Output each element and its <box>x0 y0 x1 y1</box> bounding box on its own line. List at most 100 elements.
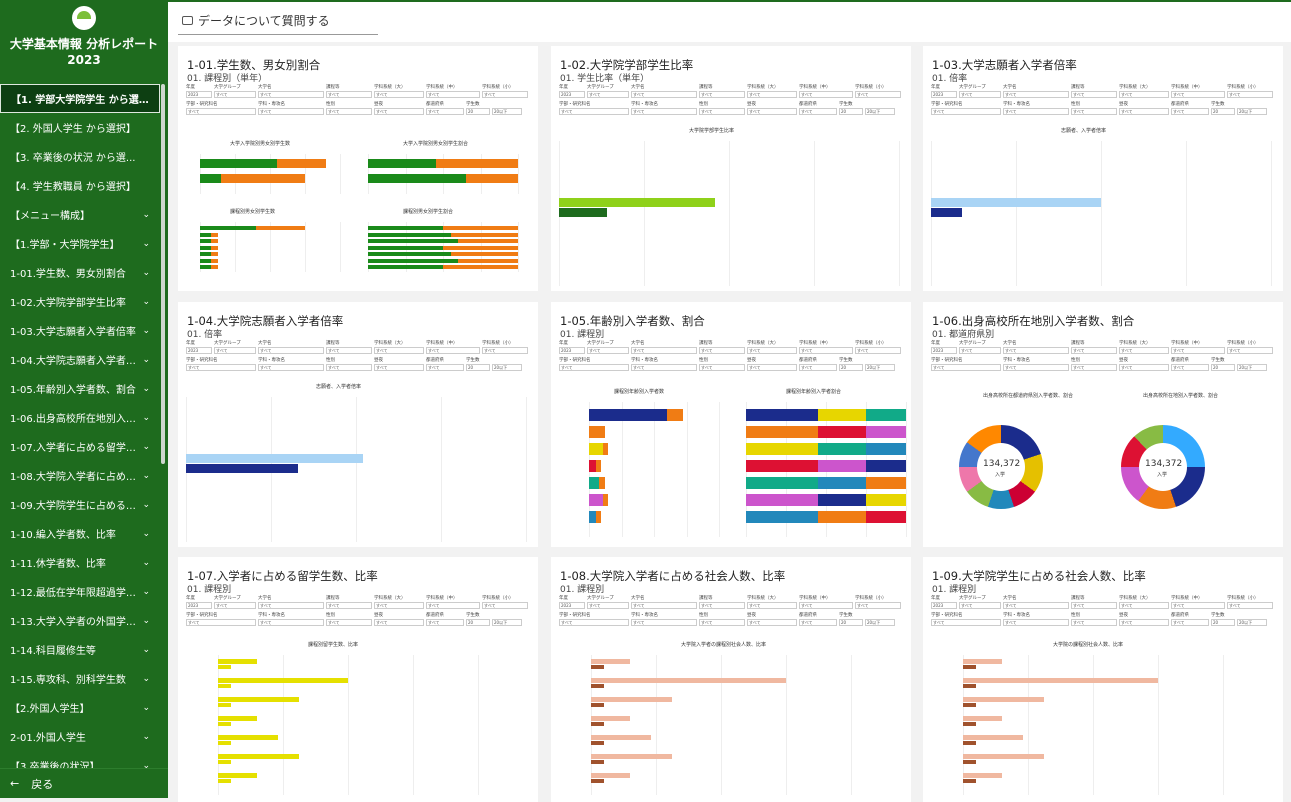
filter-dropdown[interactable]: すべて <box>482 602 528 609</box>
bar-segment[interactable] <box>277 159 326 168</box>
bar-segment[interactable] <box>443 245 518 250</box>
filter-dropdown[interactable]: すべて <box>1119 602 1169 609</box>
bar-segment[interactable] <box>818 443 866 455</box>
filter-dropdown[interactable]: すべて <box>326 347 372 354</box>
sidebar-item[interactable]: 1-11.休学者数、比率 ⌄ <box>0 548 160 577</box>
bar-segment[interactable] <box>443 265 518 269</box>
bar-segment[interactable] <box>746 511 818 523</box>
filter-dropdown[interactable]: すべて <box>186 108 256 115</box>
filter-dropdown[interactable]: 20 <box>839 364 863 371</box>
bar-segment[interactable] <box>595 460 601 472</box>
bar-segment[interactable] <box>931 198 1101 207</box>
filter-dropdown[interactable]: 2023 <box>931 347 957 354</box>
filter-dropdown[interactable]: すべて <box>326 619 372 626</box>
bar-segment[interactable] <box>559 208 607 217</box>
chevron-down-icon[interactable]: ⌄ <box>142 326 150 336</box>
bar-segment[interactable] <box>589 477 600 489</box>
bar-segment[interactable] <box>818 511 866 523</box>
filter-dropdown[interactable]: すべて <box>699 619 745 626</box>
filter-dropdown[interactable]: すべて <box>426 602 480 609</box>
bar-segment[interactable] <box>963 716 1002 721</box>
report-card[interactable]: 1-09.大学院学生に占める社会人数、比率 01. 課程別 年度 2023 大学グループ… <box>923 557 1283 802</box>
bar-segment[interactable] <box>603 443 609 455</box>
filter-dropdown[interactable]: すべて <box>426 619 464 626</box>
filter-dropdown[interactable]: 20以下 <box>1237 108 1267 115</box>
bar-segment[interactable] <box>591 697 672 702</box>
filter-dropdown[interactable]: すべて <box>799 108 837 115</box>
bar-segment[interactable] <box>591 741 604 745</box>
bar-segment[interactable] <box>589 409 667 421</box>
report-card[interactable]: 1-01.学生数、男女別割合 01. 課程別（単年） 年度 2023 大学グループ すべて… <box>178 46 538 291</box>
sidebar-item[interactable]: 【1.学部・大学院学生】 ⌄ <box>0 229 160 258</box>
sidebar-item[interactable]: 1-10.編入学者数、比率 ⌄ <box>0 519 160 548</box>
filter-dropdown[interactable]: すべて <box>699 364 745 371</box>
bar-segment[interactable] <box>599 477 605 489</box>
chevron-down-icon[interactable]: ⌄ <box>142 529 150 539</box>
bar-segment[interactable] <box>186 454 363 463</box>
filter-dropdown[interactable]: すべて <box>214 347 256 354</box>
filter-dropdown[interactable]: すべて <box>258 602 324 609</box>
sidebar-item[interactable]: 【1. 学部大学院学生 から選... <box>0 84 160 113</box>
filter-dropdown[interactable]: すべて <box>1119 364 1169 371</box>
filter-dropdown[interactable]: すべて <box>258 619 324 626</box>
bar-segment[interactable] <box>591 716 630 721</box>
filter-dropdown[interactable]: 20以下 <box>865 364 895 371</box>
filter-dropdown[interactable]: すべて <box>426 364 464 371</box>
filter-dropdown[interactable]: 2023 <box>559 91 585 98</box>
filter-dropdown[interactable]: すべて <box>1071 619 1117 626</box>
filter-dropdown[interactable]: すべて <box>799 602 853 609</box>
sidebar-item[interactable]: 1-08.大学院入学者に占める... ⌄ <box>0 461 160 490</box>
bar-segment[interactable] <box>963 773 1002 778</box>
bar-segment[interactable] <box>200 232 212 237</box>
bar-segment[interactable] <box>218 659 257 664</box>
chevron-down-icon[interactable]: ⌄ <box>142 355 150 365</box>
bar-segment[interactable] <box>591 760 604 764</box>
donut-chart[interactable]: 134,372 入学 <box>959 425 1043 509</box>
filter-dropdown[interactable]: すべて <box>631 91 697 98</box>
filter-dropdown[interactable]: すべて <box>1071 108 1117 115</box>
filter-dropdown[interactable]: 20 <box>1211 364 1235 371</box>
bar-segment[interactable] <box>211 265 219 269</box>
filter-dropdown[interactable]: 2023 <box>186 602 212 609</box>
chevron-down-icon[interactable]: ⌄ <box>142 210 150 220</box>
bar-segment[interactable] <box>931 208 962 217</box>
chevron-down-icon[interactable]: ⌄ <box>142 587 150 597</box>
bar-segment[interactable] <box>443 226 518 230</box>
bar-segment[interactable] <box>591 735 651 740</box>
filter-dropdown[interactable]: すべて <box>799 364 837 371</box>
bar-segment[interactable] <box>591 665 604 669</box>
report-card[interactable]: 1-05.年齢別入学者数、割合 01. 課程別 年度 2023 大学グループ すべて 大学名… <box>551 302 911 547</box>
chevron-down-icon[interactable]: ⌄ <box>142 645 150 655</box>
filter-dropdown[interactable]: すべて <box>959 91 1001 98</box>
bar-segment[interactable] <box>218 760 231 764</box>
bar-segment[interactable] <box>200 159 277 168</box>
bar-segment[interactable] <box>589 426 600 438</box>
sidebar-item[interactable]: 1-14.科目履修生等 ⌄ <box>0 635 160 664</box>
filter-dropdown[interactable]: すべて <box>1003 619 1069 626</box>
bar-segment[interactable] <box>963 735 1023 740</box>
bar-segment[interactable] <box>818 477 866 489</box>
bar-segment[interactable] <box>866 511 906 523</box>
filter-dropdown[interactable]: すべて <box>587 91 629 98</box>
filter-dropdown[interactable]: すべて <box>1071 347 1117 354</box>
bar-segment[interactable] <box>818 409 866 421</box>
filter-dropdown[interactable]: すべて <box>855 602 901 609</box>
sidebar-item[interactable]: 1-03.大学志願者入学者倍率 ⌄ <box>0 316 160 345</box>
bar-segment[interactable] <box>218 716 257 721</box>
bar-segment[interactable] <box>368 174 466 183</box>
chevron-down-icon[interactable]: ⌄ <box>142 616 150 626</box>
filter-dropdown[interactable]: すべて <box>1071 91 1117 98</box>
bar-segment[interactable] <box>963 703 976 707</box>
bar-segment[interactable] <box>211 252 219 256</box>
ask-data-button[interactable]: データについて質問する <box>182 12 330 29</box>
filter-dropdown[interactable]: すべて <box>855 347 901 354</box>
filter-dropdown[interactable]: すべて <box>374 108 424 115</box>
chevron-down-icon[interactable]: ⌄ <box>142 268 150 278</box>
sidebar-item[interactable]: 【2. 外国人学生 から選択】 <box>0 113 160 142</box>
filter-dropdown[interactable]: すべて <box>931 364 1001 371</box>
bar-segment[interactable] <box>200 245 212 250</box>
filter-dropdown[interactable]: すべて <box>959 602 1001 609</box>
bar-segment[interactable] <box>603 494 609 506</box>
bar-segment[interactable] <box>435 159 518 168</box>
bar-segment[interactable] <box>963 722 976 726</box>
